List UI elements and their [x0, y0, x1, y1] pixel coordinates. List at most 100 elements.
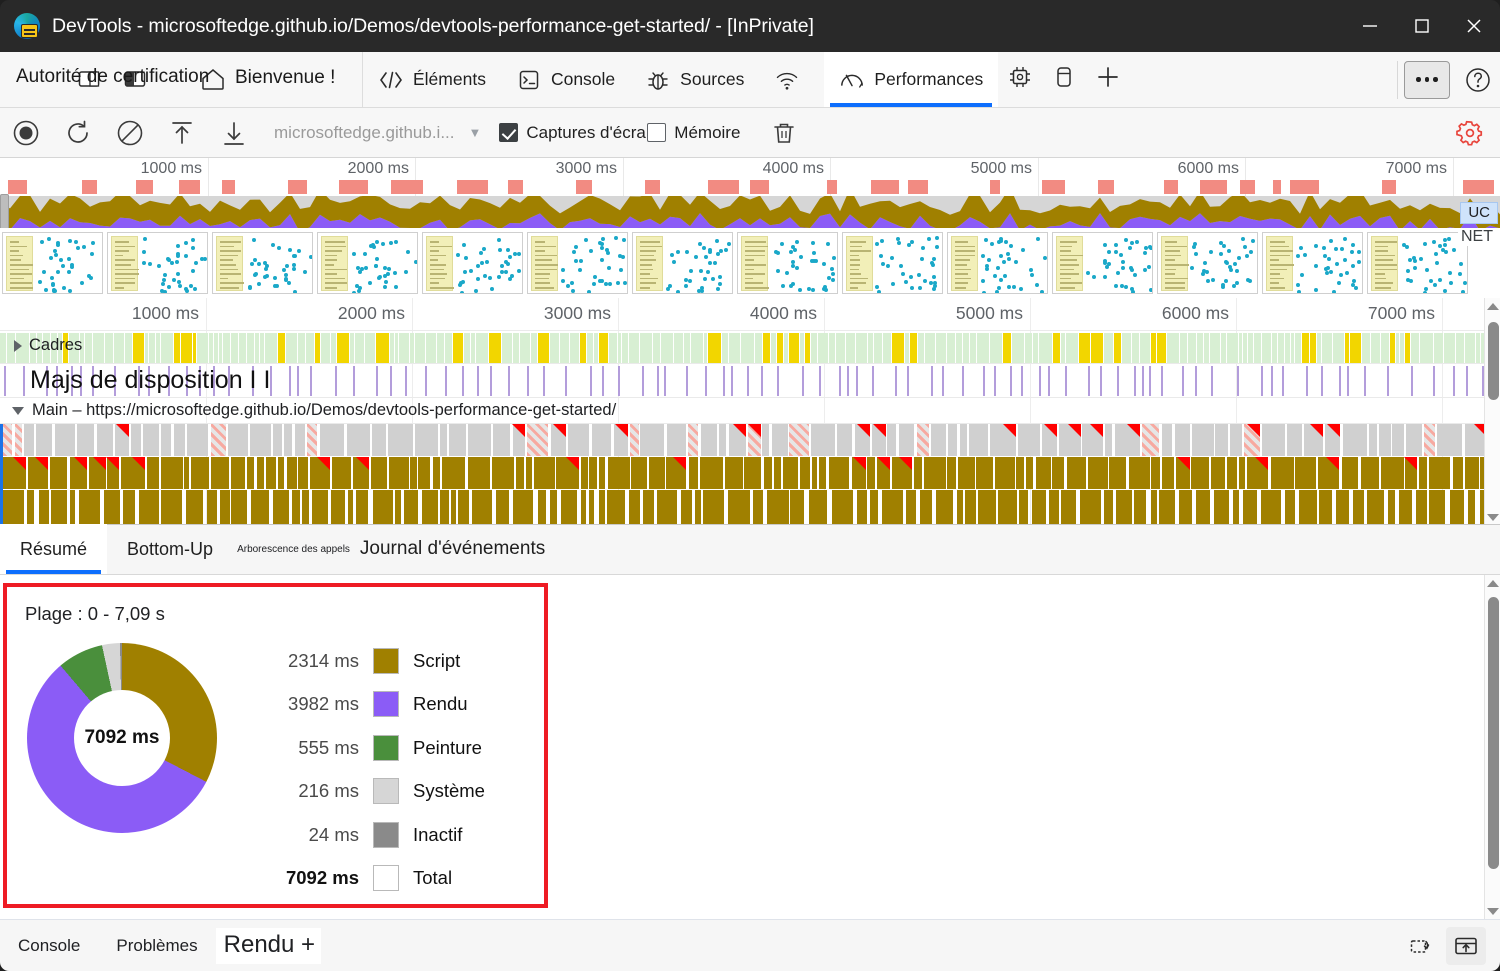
flame-function-bar[interactable] — [598, 490, 605, 524]
frame-bar[interactable] — [653, 333, 660, 363]
layout-shift-tick[interactable] — [1182, 366, 1184, 396]
frame-bar[interactable] — [471, 333, 475, 363]
frame-bar[interactable] — [1053, 333, 1060, 363]
flame-function-bar[interactable] — [694, 490, 701, 524]
welcome-tab-label[interactable]: Bienvenue ! — [235, 67, 335, 89]
frame-bar[interactable] — [247, 333, 254, 363]
flame-task-bar[interactable] — [249, 424, 271, 456]
flame-script-bar[interactable] — [516, 457, 525, 489]
flame-function-bar[interactable] — [831, 490, 853, 524]
layout-shift-tick[interactable] — [731, 366, 733, 396]
dock-to-bottom-icon[interactable] — [1446, 926, 1486, 965]
flame-script-bar[interactable] — [1381, 457, 1405, 489]
frame-bar[interactable] — [1132, 333, 1139, 363]
flame-task-bar[interactable] — [511, 424, 525, 456]
flame-script-bar[interactable] — [49, 457, 67, 489]
frame-bar[interactable] — [1025, 333, 1032, 363]
layout-shift-tick[interactable] — [847, 366, 849, 396]
flame-task-bar[interactable] — [719, 424, 727, 456]
layout-shift-tick[interactable] — [602, 366, 604, 396]
frame-bar[interactable] — [1434, 333, 1443, 363]
flame-function-bar[interactable] — [935, 490, 953, 524]
layout-shift-tick[interactable] — [335, 366, 337, 396]
flame-function-bar[interactable] — [1151, 490, 1158, 524]
flame-script-bar[interactable] — [1128, 457, 1150, 489]
layout-shift-tick[interactable] — [994, 366, 996, 396]
layout-shift-tick[interactable] — [1100, 366, 1102, 396]
flame-function-bar[interactable] — [882, 490, 904, 524]
flame-function-bar[interactable] — [549, 490, 557, 524]
flame-task-bar[interactable] — [837, 424, 853, 456]
layout-shift-tick[interactable] — [1161, 366, 1163, 396]
layout-shift-tick[interactable] — [1088, 366, 1090, 396]
frame-bar[interactable] — [1243, 333, 1247, 363]
frame-bar[interactable] — [741, 333, 754, 363]
layout-shift-tick[interactable] — [1411, 366, 1413, 396]
frame-bar[interactable] — [805, 333, 810, 363]
flame-script-bar[interactable] — [442, 457, 466, 489]
layout-shift-tick[interactable] — [543, 366, 545, 396]
clear-no-entry-icon[interactable] — [104, 113, 156, 153]
frame-bar[interactable] — [1302, 333, 1309, 363]
layout-shift-tick[interactable] — [664, 366, 666, 396]
flame-task-bar[interactable] — [130, 424, 141, 456]
flame-function-bar[interactable] — [642, 490, 654, 524]
flame-script-bar[interactable] — [286, 457, 297, 489]
flame-script-bar[interactable] — [388, 457, 409, 489]
frame-bar[interactable] — [502, 333, 512, 363]
flame-function-bar[interactable] — [1318, 490, 1332, 524]
flame-task-bar[interactable] — [227, 424, 248, 456]
flame-function-bar[interactable] — [560, 490, 577, 524]
flame-function-bar[interactable] — [301, 490, 309, 524]
flame-task-bar[interactable] — [1042, 424, 1058, 456]
frame-bar[interactable] — [1167, 333, 1179, 363]
frame-bar[interactable] — [1003, 333, 1011, 363]
flame-task-bar[interactable] — [1215, 424, 1229, 456]
frame-bar[interactable] — [337, 333, 349, 363]
frame-bar[interactable] — [691, 333, 703, 363]
flame-script-bar[interactable] — [1429, 457, 1451, 489]
tab-console[interactable]: Console — [501, 52, 630, 107]
flame-script-bar[interactable] — [230, 457, 245, 489]
flame-task-bar[interactable] — [1392, 424, 1405, 456]
frame-bar[interactable] — [350, 333, 354, 363]
flame-script-bar[interactable] — [1191, 457, 1210, 489]
frame-bar[interactable] — [1012, 333, 1024, 363]
frame-bar[interactable] — [1122, 333, 1131, 363]
frame-bar[interactable] — [1291, 333, 1294, 363]
minimize-icon[interactable] — [1344, 0, 1396, 52]
frame-bar[interactable] — [426, 333, 436, 363]
layout-shift-tick[interactable] — [819, 366, 821, 396]
frame-bar[interactable] — [910, 333, 917, 363]
flame-task-bar[interactable] — [1437, 424, 1463, 456]
flame-function-bar[interactable] — [450, 490, 456, 524]
track-main-header[interactable]: Main – https://microsoftedge.github.io/D… — [0, 398, 1484, 424]
frame-bar[interactable] — [1310, 333, 1316, 363]
frame-bar[interactable] — [789, 333, 799, 363]
frame-bar[interactable] — [800, 333, 804, 363]
reload-record-icon[interactable] — [52, 113, 104, 153]
frame-bar[interactable] — [846, 333, 855, 363]
frame-bar[interactable] — [856, 333, 867, 363]
flame-task-bar[interactable] — [1191, 424, 1214, 456]
layout-shift-tick[interactable] — [445, 366, 447, 396]
layout-shift-tick[interactable] — [705, 366, 707, 396]
frame-bar[interactable] — [784, 333, 788, 363]
layout-shift-tick[interactable] — [1364, 366, 1366, 396]
frame-bar[interactable] — [1285, 333, 1290, 363]
layout-shift-tick[interactable] — [1433, 366, 1435, 396]
frame-bar[interactable] — [133, 333, 144, 363]
frame-bar[interactable] — [93, 333, 104, 363]
scroll-up-arrow-icon[interactable] — [1485, 298, 1500, 314]
flame-task-bar[interactable] — [3, 424, 12, 456]
layout-shift-tick[interactable] — [1339, 366, 1341, 396]
scrollbar-thumb[interactable] — [1488, 597, 1499, 869]
layout-shift-tick[interactable] — [1195, 366, 1197, 396]
frame-bar[interactable] — [1180, 333, 1187, 363]
layout-shift-tick[interactable] — [1039, 366, 1041, 396]
legend-row[interactable]: 24 ms Inactif — [247, 813, 537, 857]
flame-function-bar[interactable] — [790, 490, 805, 524]
flame-function-bar[interactable] — [421, 490, 438, 524]
frame-bar[interactable] — [777, 333, 783, 363]
record-circle-icon[interactable] — [0, 113, 52, 153]
